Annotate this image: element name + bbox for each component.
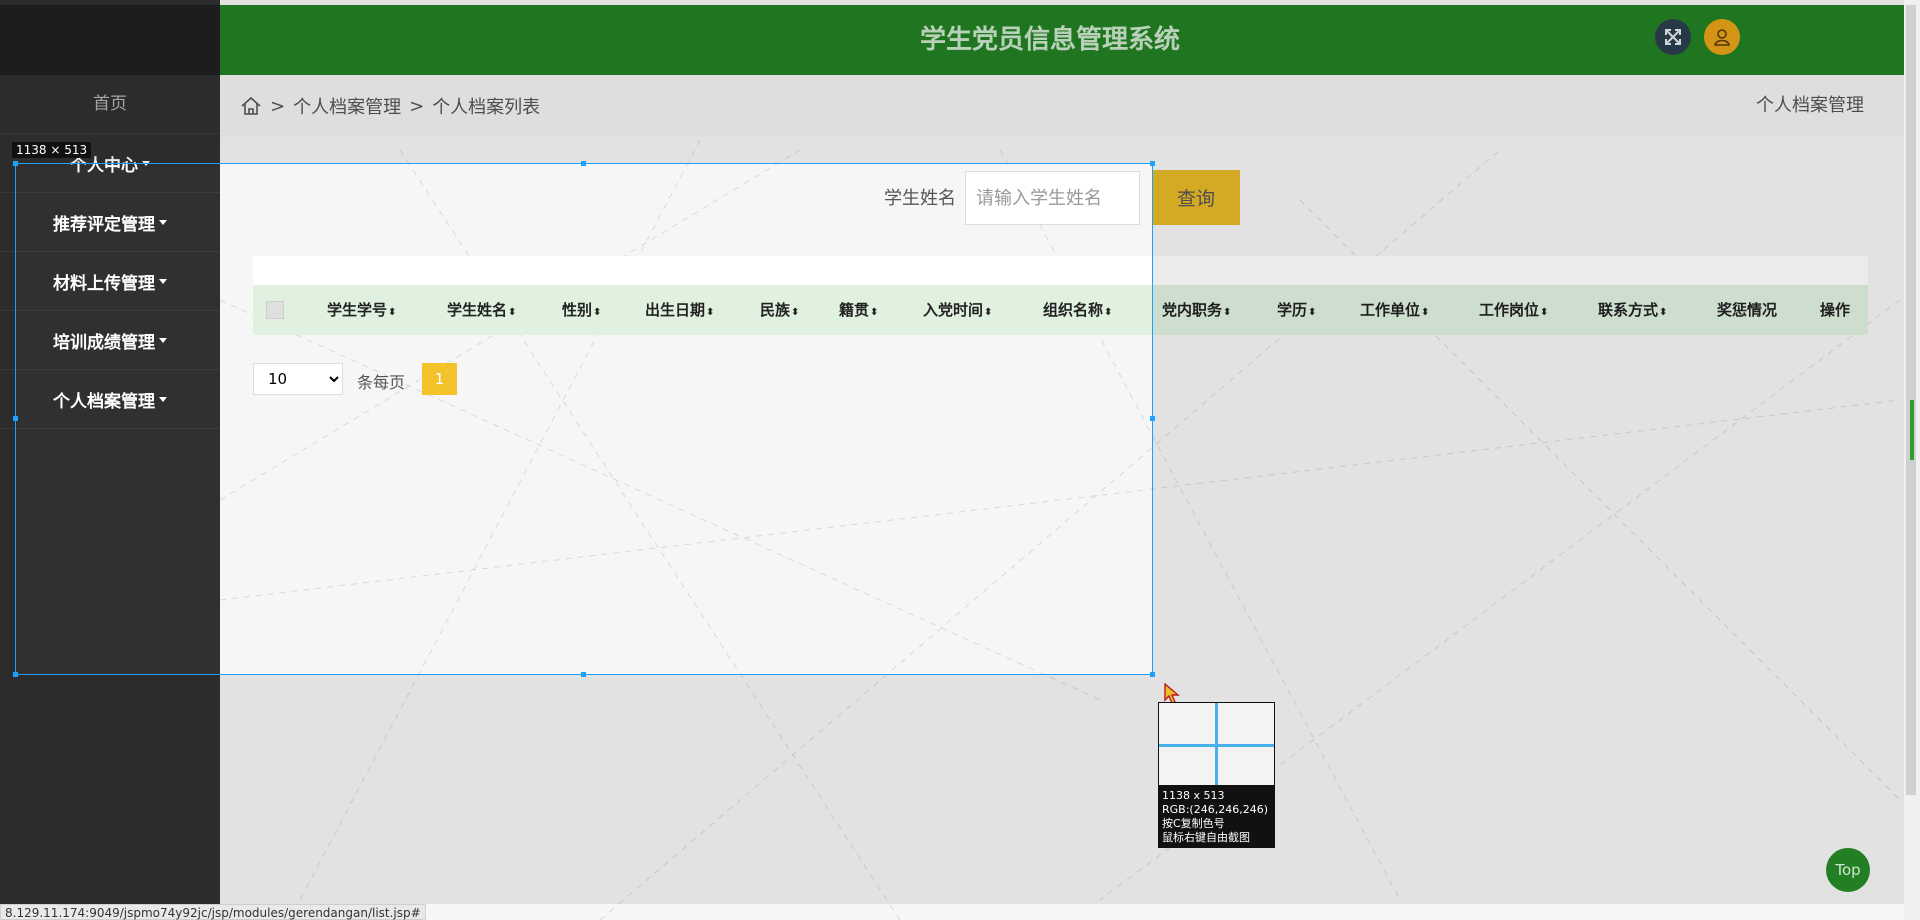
resize-handle[interactable]	[1150, 416, 1155, 421]
resize-handle[interactable]	[13, 672, 18, 677]
selection-size-label: 1138 × 513	[12, 142, 92, 158]
color-magnifier: 1138 x 513 RGB:(246,246,246) 按C复制色号 鼠标右键…	[1158, 702, 1275, 848]
magnifier-view	[1159, 703, 1274, 785]
resize-handle[interactable]	[581, 161, 586, 166]
crosshair-horizontal	[1159, 744, 1274, 747]
screenshot-dim-overlay	[0, 0, 1904, 163]
screenshot-dim-overlay	[1153, 163, 1904, 675]
screenshot-dim-overlay	[0, 675, 1904, 904]
resize-handle[interactable]	[13, 416, 18, 421]
scrollbar-marker	[1910, 400, 1914, 460]
status-bar-url: 8.129.11.174:9049/jspmo74y92jc/jsp/modul…	[0, 904, 426, 920]
magnifier-info: 1138 x 513 RGB:(246,246,246) 按C复制色号 鼠标右键…	[1162, 789, 1268, 844]
resize-handle[interactable]	[581, 672, 586, 677]
screenshot-selection[interactable]	[15, 163, 1153, 675]
back-to-top-button[interactable]: Top	[1826, 848, 1870, 892]
resize-handle[interactable]	[1150, 672, 1155, 677]
resize-handle[interactable]	[1150, 161, 1155, 166]
resize-handle[interactable]	[13, 161, 18, 166]
